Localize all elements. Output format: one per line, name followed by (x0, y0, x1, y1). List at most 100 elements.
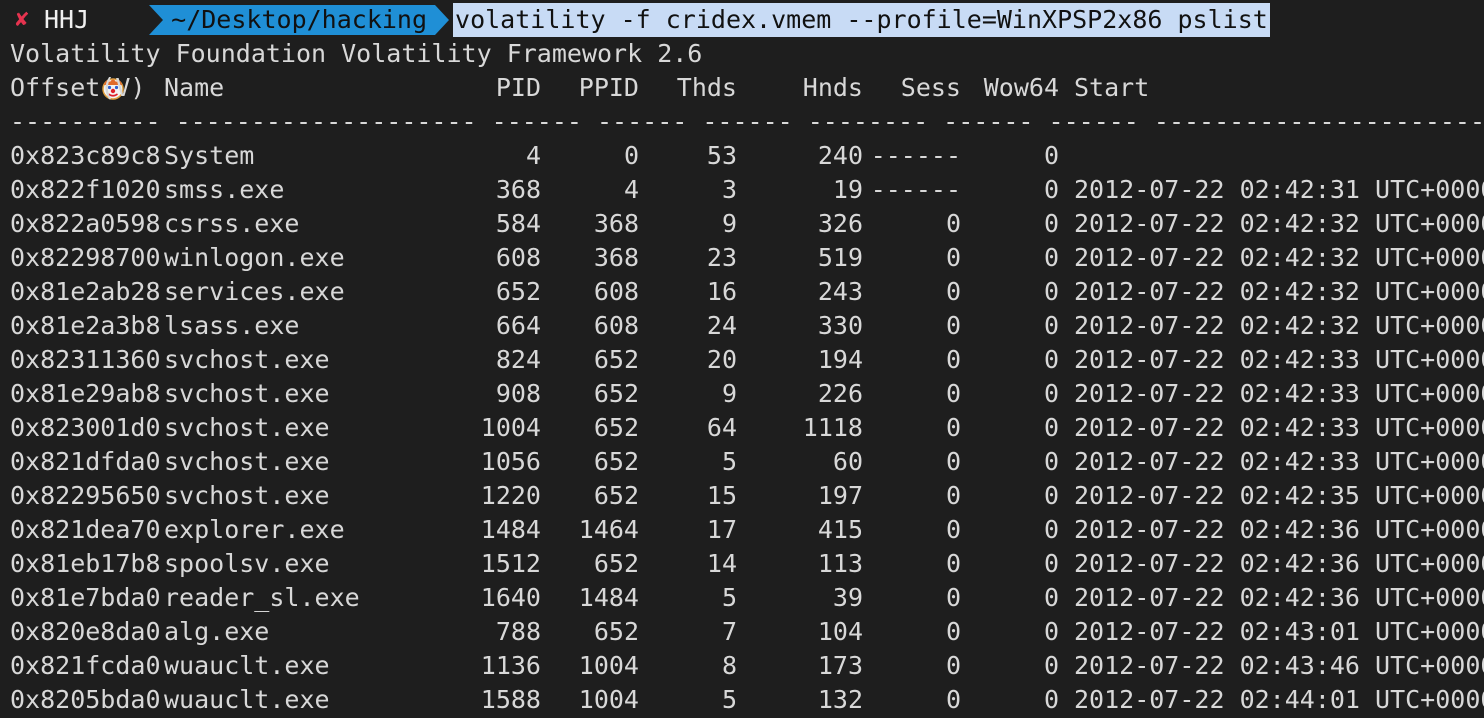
table-row: 0x821dea70 explorer.exe 1484 1464 17 415 0 0 201… (0, 513, 1484, 547)
table-row: 0x823001d0 svchost.exe 1004 652 64 1118 0 0 2012… (0, 411, 1484, 445)
header-wow64: Wow64 (983, 73, 1059, 102)
cell-pid: 1056 (480, 447, 541, 476)
table-row: 0x82311360 svchost.exe 824 652 20 194 0 0 2012-0… (0, 343, 1484, 377)
cell-offset: 0x81e7bda0 (10, 583, 161, 612)
cell-hnds: 104 (817, 617, 863, 646)
cell-sess: 0 (945, 515, 961, 544)
cell-sess: 0 (945, 617, 961, 646)
cell-wow64: 0 (1043, 175, 1059, 204)
cell-hnds: 415 (817, 515, 863, 544)
cell-name: reader_sl.exe (164, 583, 360, 612)
table-row: 0x81e29ab8 svchost.exe 908 652 9 226 0 0 2012-07… (0, 377, 1484, 411)
cell-start: 2012-07-22 02:42:35 UTC+0000 (1074, 481, 1484, 510)
cell-thds: 9 (721, 209, 737, 238)
cell-name: wuauclt.exe (164, 685, 330, 714)
cell-thds: 17 (706, 515, 737, 544)
cell-thds: 23 (706, 243, 737, 272)
cell-pid: 1136 (480, 651, 541, 680)
cell-sess: 0 (945, 311, 961, 340)
cell-ppid: 608 (593, 311, 639, 340)
cell-offset: 0x821dea70 (10, 515, 161, 544)
cell-thds: 24 (706, 311, 737, 340)
cell-thds: 5 (721, 583, 737, 612)
cell-hnds: 197 (817, 481, 863, 510)
cell-sess: ------ (870, 175, 961, 204)
cell-start: 2012-07-22 02:42:33 UTC+0000 (1074, 447, 1484, 476)
cell-thds: 9 (721, 379, 737, 408)
cell-name: spoolsv.exe (164, 549, 330, 578)
terminal-window[interactable]: ✘ HHJ ~/Desktop/hacking volatility -f cr… (0, 0, 1484, 718)
table-row: 0x821fcda0 wuauclt.exe 1136 1004 8 173 0 0 2012-… (0, 649, 1484, 683)
cell-start: 2012-07-22 02:42:32 UTC+0000 (1074, 311, 1484, 340)
cell-ppid: 652 (593, 617, 639, 646)
cell-thds: 7 (721, 617, 737, 646)
cell-offset: 0x821dfda0 (10, 447, 161, 476)
banner-line: Volatility Foundation Volatility Framewo… (0, 37, 1484, 71)
process-list: 0x823c89c8 System 4 0 53 240 ------ 0 0x822f1020… (0, 139, 1484, 717)
cell-ppid: 652 (593, 481, 639, 510)
cell-sess: 0 (945, 481, 961, 510)
header-ppid: PPID (578, 73, 639, 102)
cell-name: svchost.exe (164, 447, 330, 476)
cell-sess: 0 (945, 685, 961, 714)
cell-name: services.exe (164, 277, 345, 306)
cell-pid: 584 (495, 209, 541, 238)
cell-pid: 1220 (480, 481, 541, 510)
banner-text: Volatility Foundation Volatility Framewo… (10, 39, 703, 68)
header-name: Name (164, 73, 225, 102)
cell-hnds: 39 (832, 583, 863, 612)
cell-wow64: 0 (1043, 447, 1059, 476)
header-sess: Sess (900, 73, 961, 102)
cell-offset: 0x820e8da0 (10, 617, 161, 646)
cell-ppid: 1464 (578, 515, 639, 544)
cell-thds: 5 (721, 685, 737, 714)
cell-name: svchost.exe (164, 345, 330, 374)
cell-offset: 0x81e2a3b8 (10, 311, 161, 340)
cell-name: svchost.exe (164, 379, 330, 408)
cell-offset: 0x823001d0 (10, 413, 161, 442)
cell-pid: 1004 (480, 413, 541, 442)
cell-wow64: 0 (1043, 515, 1059, 544)
cell-thds: 14 (706, 549, 737, 578)
cell-start: 2012-07-22 02:42:32 UTC+0000 (1074, 277, 1484, 306)
cell-wow64: 0 (1043, 617, 1059, 646)
cell-hnds: 60 (832, 447, 863, 476)
cell-offset: 0x821fcda0 (10, 651, 161, 680)
cell-sess: 0 (945, 583, 961, 612)
table-row: 0x82295650 svchost.exe 1220 652 15 197 0 0 2012-… (0, 479, 1484, 513)
cell-wow64: 0 (1043, 311, 1059, 340)
cell-sess: 0 (945, 243, 961, 272)
cell-name: svchost.exe (164, 481, 330, 510)
cell-ppid: 652 (593, 413, 639, 442)
table-row: 0x81e7bda0 reader_sl.exe 1640 1484 5 39 0 0 2012… (0, 581, 1484, 615)
cell-wow64: 0 (1043, 549, 1059, 578)
table-row: 0x81e2a3b8 lsass.exe 664 608 24 330 0 0 2012-07-… (0, 309, 1484, 343)
cell-sess: 0 (945, 651, 961, 680)
cell-wow64: 0 (1043, 209, 1059, 238)
cell-pid: 1512 (480, 549, 541, 578)
cell-wow64: 0 (1043, 583, 1059, 612)
cwd-segment: ~/Desktop/hacking (149, 5, 449, 35)
cell-ppid: 652 (593, 345, 639, 374)
cell-ppid: 652 (593, 549, 639, 578)
cell-wow64: 0 (1043, 243, 1059, 272)
cell-pid: 1588 (480, 685, 541, 714)
cell-ppid: 4 (623, 175, 639, 204)
header-start: Start (1074, 73, 1150, 102)
cell-start: 2012-07-22 02:43:46 UTC+0000 (1074, 651, 1484, 680)
table-row: 0x821dfda0 svchost.exe 1056 652 5 60 0 0 2012-07… (0, 445, 1484, 479)
table-row: 0x822f1020 smss.exe 368 4 3 19 ------ 0 2012-07-… (0, 173, 1484, 207)
cell-start: 2012-07-22 02:44:01 UTC+0000 (1074, 685, 1484, 714)
cell-thds: 3 (721, 175, 737, 204)
cell-name: smss.exe (164, 175, 285, 204)
cell-hnds: 194 (817, 345, 863, 374)
table-row: 0x822a0598 csrss.exe 584 368 9 326 0 0 2012-07-2… (0, 207, 1484, 241)
cell-ppid: 652 (593, 447, 639, 476)
cell-hnds: 19 (832, 175, 863, 204)
cell-wow64: 0 (1043, 685, 1059, 714)
header-hnds: Hnds (802, 73, 863, 102)
cell-pid: 368 (495, 175, 541, 204)
cell-start: 2012-07-22 02:42:32 UTC+0000 (1074, 243, 1484, 272)
cell-thds: 20 (706, 345, 737, 374)
command-text[interactable]: volatility -f cridex.vmem --profile=WinX… (453, 3, 1270, 37)
